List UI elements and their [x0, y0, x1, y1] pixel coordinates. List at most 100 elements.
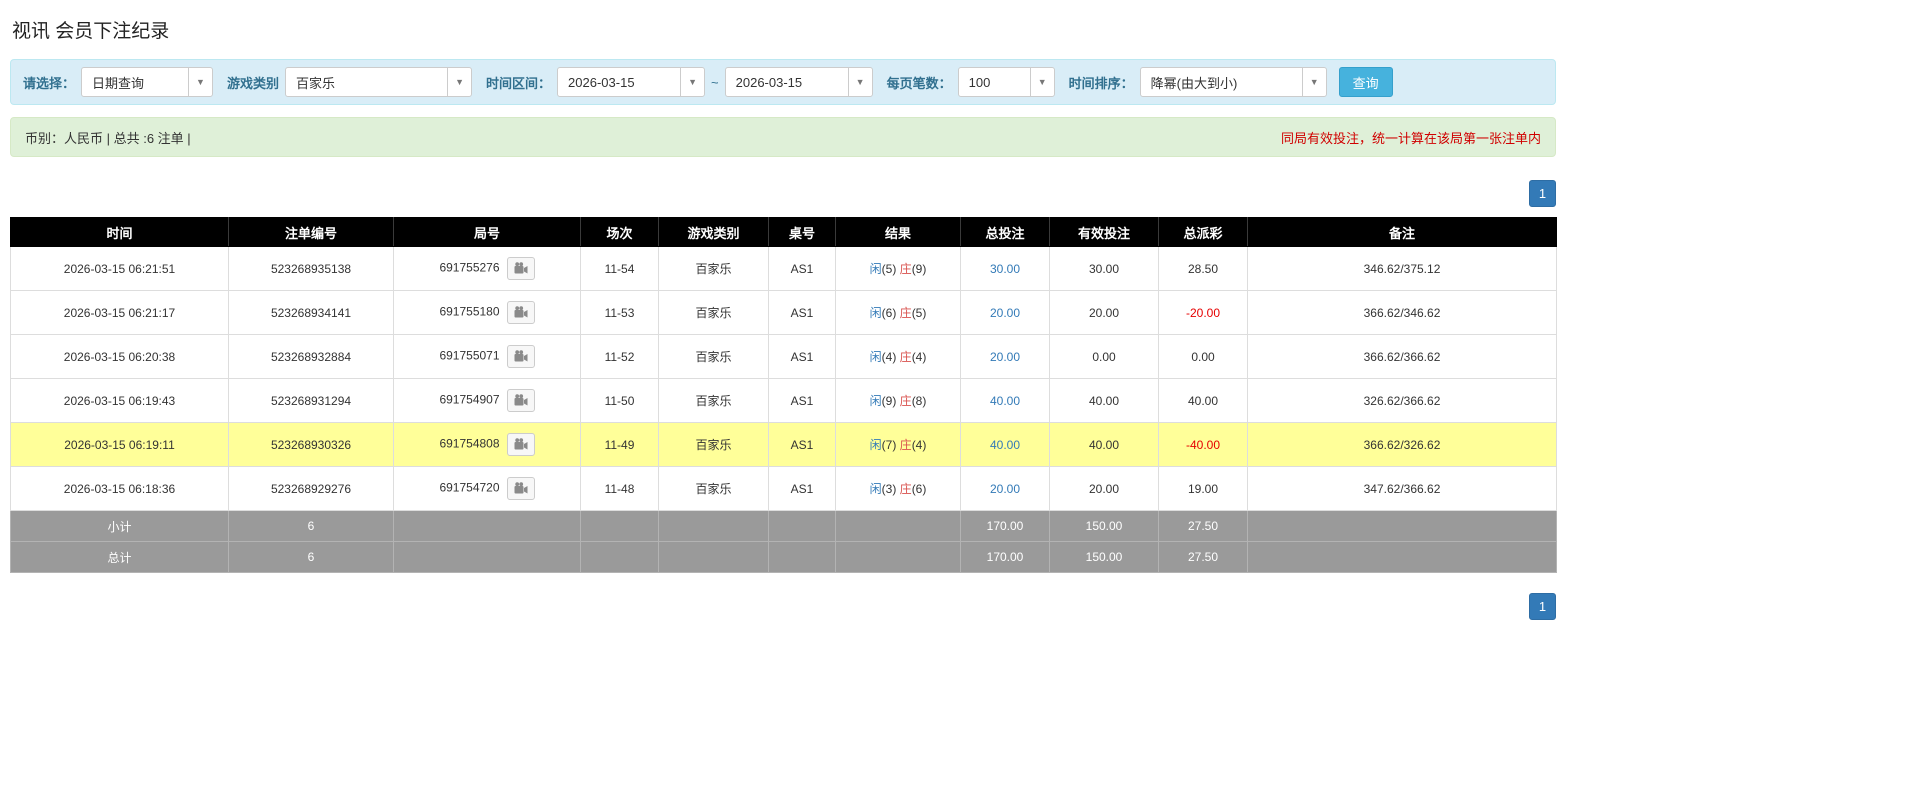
- cell-result: 闲(7) 庄(4): [835, 422, 961, 467]
- column-header-3: 场次: [580, 217, 659, 247]
- cell-result: 闲(9) 庄(8): [835, 378, 961, 423]
- total-bet-link[interactable]: 40.00: [990, 438, 1020, 452]
- cell-note: 366.62/346.62: [1247, 290, 1557, 335]
- result-player-label: 闲: [869, 394, 882, 408]
- cell-bet-id: 523268929276: [228, 466, 394, 511]
- payout-value: 19.00: [1187, 481, 1219, 496]
- total-bet-link[interactable]: 20.00: [990, 350, 1020, 364]
- payout-value: 0.00: [1191, 349, 1215, 364]
- date-range-label: 时间区间：: [486, 75, 552, 91]
- date-to-select[interactable]: 2026-03-15 ▼: [724, 67, 873, 97]
- table-row: 2026-03-15 06:21:51 523268935138 691755276…: [10, 246, 1557, 291]
- query-type-select[interactable]: 日期查询 ▼: [81, 67, 214, 97]
- result-banker-label: 庄: [899, 394, 912, 408]
- cell-game-type: 百家乐: [658, 334, 769, 379]
- cell-session: 11-48: [580, 466, 659, 511]
- date-from-select[interactable]: 2026-03-15 ▼: [557, 67, 706, 97]
- table-row: 2026-03-15 06:19:11 523268930326 691754808…: [10, 422, 1557, 467]
- round-number: 691755071: [439, 348, 500, 363]
- cell-payout: 0.00: [1158, 334, 1248, 379]
- table-row: 2026-03-15 06:20:38 523268932884 691755071…: [10, 334, 1557, 379]
- query-type-label: 请选择：: [23, 75, 76, 91]
- cell-result: 闲(4) 庄(4): [835, 334, 961, 379]
- total-bet-link[interactable]: 30.00: [990, 262, 1020, 276]
- cell-payout: 28.50: [1158, 246, 1248, 291]
- cell-note: 366.62/326.62: [1247, 422, 1557, 467]
- cell-valid-bet: 0.00: [1049, 334, 1159, 379]
- video-replay-button[interactable]: [506, 345, 535, 368]
- column-header-1: 注单编号: [228, 217, 394, 247]
- total-bet-link[interactable]: 20.00: [990, 482, 1020, 496]
- footer-label: 小计: [10, 510, 229, 542]
- cell-valid-bet: 40.00: [1049, 422, 1159, 467]
- cell-session: 11-49: [580, 422, 659, 467]
- table-row: 2026-03-15 06:21:17 523268934141 691755180…: [10, 290, 1557, 335]
- payout-value: -20.00: [1185, 305, 1221, 320]
- result-banker-score: (8): [911, 394, 927, 408]
- round-number: 691754720: [439, 480, 500, 495]
- cell-round: 691755180: [393, 290, 581, 335]
- time-sort-select[interactable]: 降幂(由大到小) ▼: [1139, 67, 1327, 97]
- currency-summary: 币别：人民币 | 总共 :6 注单 |: [25, 130, 191, 146]
- payout-value: -40.00: [1185, 437, 1221, 452]
- column-header-9: 总派彩: [1158, 217, 1248, 247]
- result-player-score: (5): [881, 262, 897, 276]
- total-bet-link[interactable]: 40.00: [990, 394, 1020, 408]
- cell-table-no: AS1: [768, 246, 836, 291]
- footer-total-bet: 170.00: [960, 510, 1050, 542]
- chevron-down-icon: ▼: [1301, 68, 1326, 96]
- video-replay-button[interactable]: [506, 433, 535, 456]
- cell-game-type: 百家乐: [658, 466, 769, 511]
- video-replay-button[interactable]: [506, 389, 535, 412]
- round-number: 691755276: [439, 260, 500, 275]
- video-camera-icon: [514, 262, 528, 274]
- video-replay-button[interactable]: [506, 257, 535, 280]
- cell-time: 2026-03-15 06:20:38: [10, 334, 229, 379]
- round-number: 691755180: [439, 304, 500, 319]
- result-banker-label: 庄: [899, 350, 912, 364]
- result-player-score: (6): [881, 306, 897, 320]
- search-button[interactable]: 查询: [1338, 67, 1393, 97]
- footer-count: 6: [228, 510, 394, 542]
- game-type-select[interactable]: 百家乐 ▼: [285, 67, 473, 97]
- cell-result: 闲(3) 庄(6): [835, 466, 961, 511]
- video-camera-icon: [514, 438, 528, 450]
- payout-value: 28.50: [1187, 261, 1219, 276]
- video-camera-icon: [514, 394, 528, 406]
- cell-round: 691755071: [393, 334, 581, 379]
- cell-payout: 40.00: [1158, 378, 1248, 423]
- cell-bet-id: 523268930326: [228, 422, 394, 467]
- pagination-page-1[interactable]: 1: [1529, 593, 1556, 620]
- footer-label: 总计: [10, 541, 229, 573]
- result-banker-label: 庄: [899, 306, 912, 320]
- cell-time: 2026-03-15 06:18:36: [10, 466, 229, 511]
- result-banker-score: (4): [911, 438, 927, 452]
- per-page-value: 100: [968, 74, 991, 90]
- column-header-7: 总投注: [960, 217, 1050, 247]
- per-page-select[interactable]: 100 ▼: [957, 67, 1055, 97]
- column-header-6: 结果: [835, 217, 961, 247]
- cell-round: 691754808: [393, 422, 581, 467]
- column-header-0: 时间: [10, 217, 229, 247]
- result-player-score: (4): [881, 350, 897, 364]
- cell-payout: 19.00: [1158, 466, 1248, 511]
- cell-session: 11-50: [580, 378, 659, 423]
- cell-round: 691754907: [393, 378, 581, 423]
- cell-game-type: 百家乐: [658, 422, 769, 467]
- result-banker-score: (9): [911, 262, 927, 276]
- chevron-down-icon: ▼: [188, 68, 213, 96]
- video-replay-button[interactable]: [506, 301, 535, 324]
- cell-valid-bet: 20.00: [1049, 290, 1159, 335]
- game-type-value: 百家乐: [296, 75, 336, 91]
- video-replay-button[interactable]: [506, 477, 535, 500]
- total-bet-link[interactable]: 20.00: [990, 306, 1020, 320]
- footer-payout: 27.50: [1158, 541, 1248, 573]
- table-row: 2026-03-15 06:18:36 523268929276 691754720…: [10, 466, 1557, 511]
- table-header: 时间 注单编号 局号 场次 游戏类别 桌号 结果 总投注 有效投注 总派彩 备注: [10, 217, 1557, 247]
- pagination-page-1[interactable]: 1: [1529, 180, 1556, 207]
- footer-count: 6: [228, 541, 394, 573]
- cell-game-type: 百家乐: [658, 246, 769, 291]
- cell-total-bet: 40.00: [960, 378, 1050, 423]
- cell-time: 2026-03-15 06:19:43: [10, 378, 229, 423]
- chevron-down-icon: ▼: [447, 68, 472, 96]
